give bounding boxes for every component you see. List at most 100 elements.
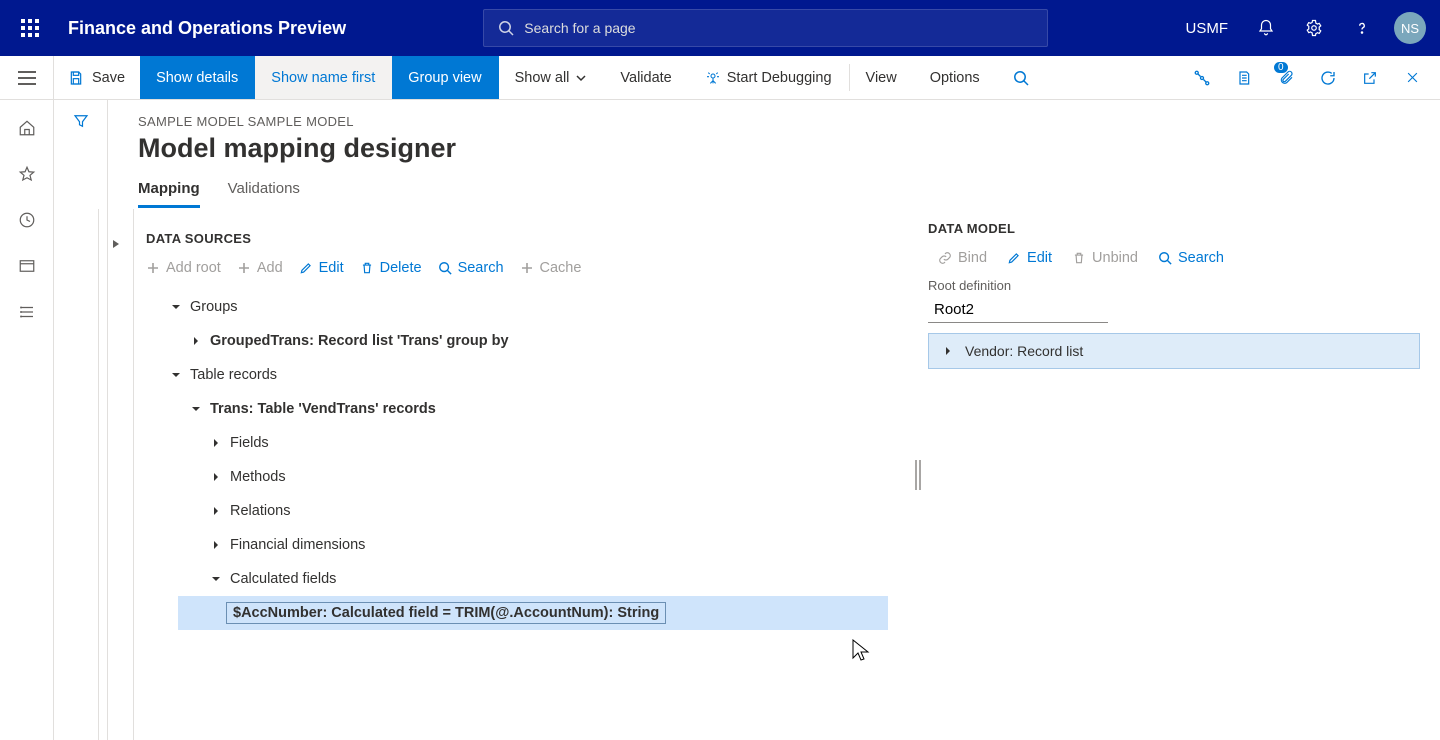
help-icon[interactable]	[1346, 12, 1378, 44]
tree-label: Relations	[230, 503, 290, 519]
pencil-icon	[299, 261, 313, 275]
connector-icon[interactable]	[1184, 56, 1220, 100]
caret-down-icon	[171, 302, 181, 312]
start-debugging-button[interactable]: Start Debugging	[689, 56, 849, 99]
chevron-right-icon	[111, 239, 121, 249]
dm-edit-button[interactable]: Edit	[1007, 250, 1052, 266]
add-button[interactable]: Add	[237, 260, 283, 276]
add-root-button[interactable]: Add root	[146, 260, 221, 276]
search-icon	[438, 261, 452, 275]
cache-button[interactable]: Cache	[520, 260, 582, 276]
group-view-button[interactable]: Group view	[392, 56, 498, 99]
search-icon	[1013, 70, 1029, 86]
recent-icon[interactable]	[7, 202, 47, 238]
tree-label: $AccNumber: Calculated field = TRIM(@.Ac…	[226, 602, 666, 624]
tree-node-financial-dimensions[interactable]: Financial dimensions	[146, 528, 908, 562]
collapse-column[interactable]	[98, 209, 134, 740]
plus-icon	[146, 261, 160, 275]
delete-label: Delete	[380, 260, 422, 276]
office-icon[interactable]	[1226, 56, 1262, 100]
trash-icon	[360, 261, 374, 275]
nav-toggle[interactable]	[0, 56, 54, 99]
search-icon	[1158, 251, 1172, 265]
caret-right-icon	[211, 438, 221, 448]
pane-splitter[interactable]	[908, 209, 928, 740]
notifications-icon[interactable]	[1250, 12, 1282, 44]
cache-label: Cache	[540, 260, 582, 276]
workspaces-icon[interactable]	[7, 248, 47, 284]
global-search[interactable]: Search for a page	[483, 9, 1048, 47]
tree-node-fields[interactable]: Fields	[146, 426, 908, 460]
dm-search-label: Search	[1178, 250, 1224, 266]
tab-validations[interactable]: Validations	[228, 180, 300, 208]
company-code[interactable]: USMF	[1186, 20, 1229, 37]
save-icon	[68, 70, 84, 86]
tree-label: GroupedTrans: Record list 'Trans' group …	[210, 333, 509, 349]
add-root-label: Add root	[166, 260, 221, 276]
show-all-dropdown[interactable]: Show all	[499, 56, 605, 99]
caret-right-icon	[211, 506, 221, 516]
tab-mapping[interactable]: Mapping	[138, 180, 200, 208]
datamodel-node-vendor[interactable]: Vendor: Record list	[928, 333, 1420, 369]
tree-node-grouped-trans[interactable]: GroupedTrans: Record list 'Trans' group …	[146, 324, 908, 358]
unbind-button[interactable]: Unbind	[1072, 250, 1138, 266]
caret-right-icon	[211, 472, 221, 482]
validate-button[interactable]: Validate	[604, 56, 688, 99]
datasource-header: DATA SOURCES	[146, 231, 908, 246]
caret-down-icon	[191, 404, 201, 414]
caret-down-icon	[211, 574, 221, 584]
splitter-handle-icon	[914, 460, 922, 490]
tree-label: Groups	[190, 299, 238, 315]
hamburger-icon	[18, 71, 36, 85]
root-definition-input[interactable]	[928, 297, 1108, 323]
save-button[interactable]: Save	[54, 56, 140, 99]
ds-search-label: Search	[458, 260, 504, 276]
pencil-icon	[1007, 251, 1021, 265]
tree-label: Fields	[230, 435, 269, 451]
attachments-icon[interactable]: 0	[1268, 56, 1304, 100]
app-launcher-icon[interactable]	[10, 8, 50, 48]
caret-right-icon	[943, 346, 953, 356]
tree-node-trans[interactable]: Trans: Table 'VendTrans' records	[146, 392, 908, 426]
edit-label: Edit	[319, 260, 344, 276]
search-icon	[498, 20, 514, 36]
tree-node-accnumber[interactable]: $AccNumber: Calculated field = TRIM(@.Ac…	[178, 596, 888, 630]
show-name-first-button[interactable]: Show name first	[255, 56, 392, 99]
tree-label: Methods	[230, 469, 286, 485]
debug-icon	[705, 70, 721, 86]
show-details-button[interactable]: Show details	[140, 56, 255, 99]
home-icon[interactable]	[7, 110, 47, 146]
tree-node-table-records[interactable]: Table records	[146, 358, 908, 392]
chevron-down-icon	[575, 72, 587, 84]
tree-node-relations[interactable]: Relations	[146, 494, 908, 528]
ds-search-button[interactable]: Search	[438, 260, 504, 276]
datamodel-header: DATA MODEL	[928, 221, 1420, 236]
refresh-icon[interactable]	[1310, 56, 1346, 100]
find-button[interactable]	[997, 56, 1046, 99]
modules-icon[interactable]	[7, 294, 47, 330]
filter-icon[interactable]	[72, 112, 90, 133]
search-placeholder: Search for a page	[524, 20, 635, 36]
tree-node-calculated-fields[interactable]: Calculated fields	[146, 562, 908, 596]
edit-button[interactable]: Edit	[299, 260, 344, 276]
caret-right-icon	[211, 540, 221, 550]
delete-button[interactable]: Delete	[360, 260, 422, 276]
dm-search-button[interactable]: Search	[1158, 250, 1224, 266]
page-title: Model mapping designer	[138, 133, 1440, 164]
favorites-icon[interactable]	[7, 156, 47, 192]
add-label: Add	[257, 260, 283, 276]
dm-edit-label: Edit	[1027, 250, 1052, 266]
root-definition-label: Root definition	[928, 278, 1420, 293]
show-all-label: Show all	[515, 70, 570, 86]
view-menu[interactable]: View	[850, 56, 914, 99]
close-icon[interactable]	[1394, 56, 1430, 100]
user-avatar[interactable]: NS	[1394, 12, 1426, 44]
bind-label: Bind	[958, 250, 987, 266]
tree-node-methods[interactable]: Methods	[146, 460, 908, 494]
settings-icon[interactable]	[1298, 12, 1330, 44]
options-menu[interactable]: Options	[914, 56, 997, 99]
nav-rail	[0, 100, 54, 740]
popout-icon[interactable]	[1352, 56, 1388, 100]
bind-button[interactable]: Bind	[938, 250, 987, 266]
tree-node-groups[interactable]: Groups	[146, 290, 908, 324]
